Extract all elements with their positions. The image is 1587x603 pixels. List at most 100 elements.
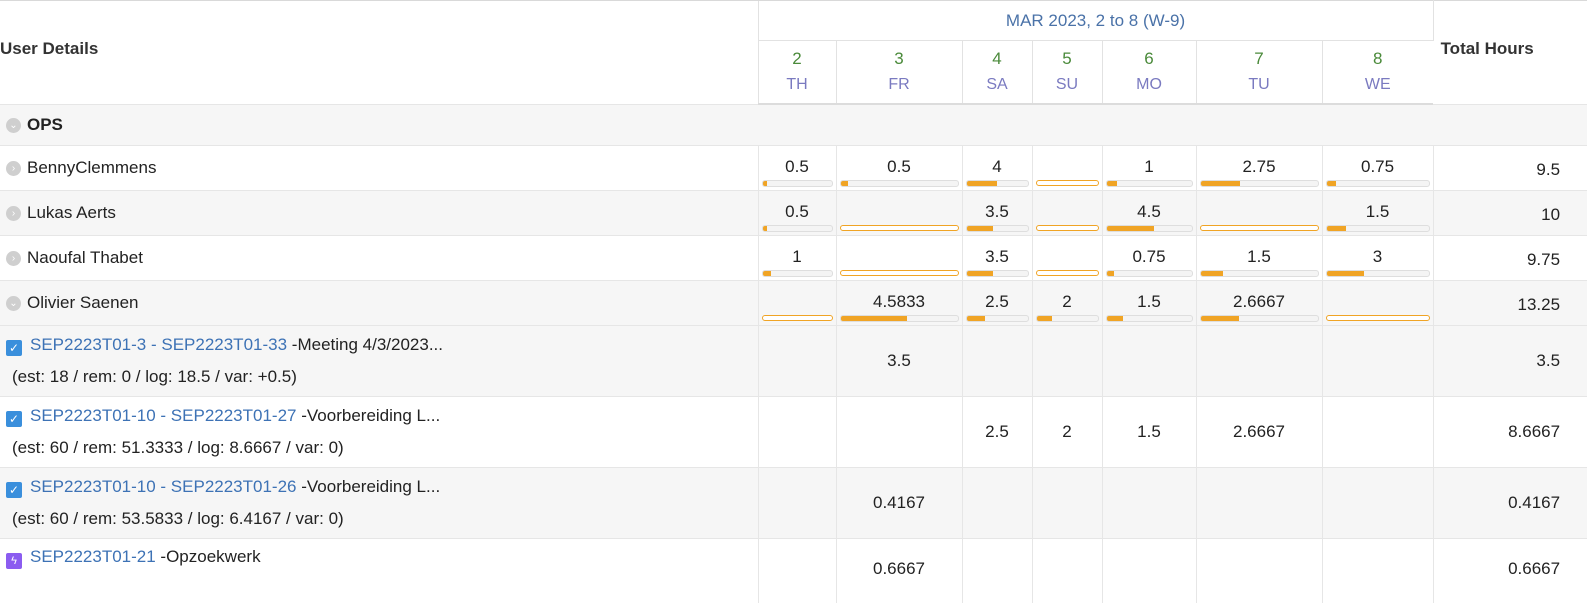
day-hours-cell[interactable] [1032, 236, 1102, 281]
day-hours-cell[interactable]: 0.5 [758, 191, 836, 236]
user-row[interactable]: ›Lukas Aerts0.53.54.51.510 [0, 191, 1587, 236]
task-row[interactable]: ✓SEP2223T01-3 - SEP2223T01-33 -Meeting 4… [0, 326, 1587, 397]
day-hours-cell[interactable]: 2.6667 [1196, 281, 1322, 326]
group-name-cell: ⌄OPS [0, 104, 1587, 146]
day-hours-cell[interactable] [1032, 146, 1102, 191]
day-hours-cell[interactable]: 2 [1032, 281, 1102, 326]
task-row[interactable]: ✓SEP2223T01-10 - SEP2223T01-27 -Voorbere… [0, 397, 1587, 468]
day-hours-cell[interactable] [1322, 281, 1433, 326]
task-day-hours[interactable]: 0.4167 [836, 468, 962, 539]
day-hours-cell[interactable]: 4 [962, 146, 1032, 191]
day-hours-cell[interactable]: 0.75 [1322, 146, 1433, 191]
day-hours-cell[interactable]: 3.5 [962, 191, 1032, 236]
task-day-hours[interactable] [1032, 326, 1102, 397]
checkbox-checked-icon: ✓ [6, 340, 22, 356]
hours-value [1033, 236, 1102, 268]
collapse-toggle-icon[interactable]: ⌄ [6, 296, 21, 311]
day-hours-cell[interactable]: 3 [1322, 236, 1433, 281]
task-day-hours[interactable] [1322, 468, 1433, 539]
task-day-hours[interactable] [1196, 539, 1322, 603]
expand-toggle-icon[interactable]: › [6, 161, 21, 176]
task-link[interactable]: SEP2223T01-10 - SEP2223T01-26 [30, 477, 297, 496]
task-day-hours[interactable]: 2 [1032, 397, 1102, 468]
task-day-hours[interactable] [962, 468, 1032, 539]
task-estimate-summary: (est: 60 / rem: 53.5833 / log: 6.4167 / … [6, 509, 758, 529]
task-day-hours[interactable] [1102, 468, 1196, 539]
task-day-hours[interactable] [1032, 539, 1102, 603]
task-day-hours[interactable]: 2.6667 [1196, 397, 1322, 468]
task-day-hours[interactable] [1032, 468, 1102, 539]
day-hours-cell[interactable]: 2.5 [962, 281, 1032, 326]
expand-toggle-icon[interactable]: › [6, 251, 21, 266]
task-row[interactable]: ✓SEP2223T01-10 - SEP2223T01-26 -Voorbere… [0, 468, 1587, 539]
day-hours-cell[interactable]: 2.75 [1196, 146, 1322, 191]
day-hours-cell[interactable]: 1 [758, 236, 836, 281]
group-row-ops[interactable]: ⌄OPS [0, 104, 1587, 146]
task-day-hours[interactable] [758, 397, 836, 468]
capacity-bar [1326, 225, 1430, 232]
task-description: -Voorbereiding L... [297, 477, 441, 496]
day-hours-cell[interactable]: 0.75 [1102, 236, 1196, 281]
task-day-hours[interactable]: 2.5 [962, 397, 1032, 468]
task-day-hours[interactable] [1322, 539, 1433, 603]
day-hours-cell[interactable] [758, 281, 836, 326]
task-day-hours[interactable]: 3.5 [836, 326, 962, 397]
task-day-hours[interactable] [962, 326, 1032, 397]
day-hours-cell[interactable]: 1.5 [1102, 281, 1196, 326]
hours-value: 1.5 [1103, 281, 1196, 313]
day-hours-cell[interactable] [836, 191, 962, 236]
user-name-cell: ›Lukas Aerts [0, 191, 758, 236]
task-row[interactable]: ϟSEP2223T01-21 -Opzoekwerk0.66670.6667 [0, 539, 1587, 603]
expand-toggle-icon[interactable]: › [6, 206, 21, 221]
day-header-mo[interactable]: 6MO [1102, 41, 1196, 105]
user-row[interactable]: ›BennyClemmens0.50.5412.750.759.5 [0, 146, 1587, 191]
task-day-hours[interactable] [1322, 397, 1433, 468]
day-header-we[interactable]: 8WE [1322, 41, 1433, 105]
day-hours-cell[interactable]: 4.5 [1102, 191, 1196, 236]
task-day-hours[interactable] [1322, 326, 1433, 397]
task-day-hours[interactable] [758, 326, 836, 397]
day-header-fr[interactable]: 3FR [836, 41, 962, 105]
task-day-hours[interactable] [758, 539, 836, 603]
task-day-hours[interactable] [1102, 539, 1196, 603]
day-hours-cell[interactable]: 1.5 [1322, 191, 1433, 236]
task-day-hours[interactable] [1196, 326, 1322, 397]
day-hours-cell[interactable]: 1.5 [1196, 236, 1322, 281]
user-name-cell: ›Naoufal Thabet [0, 236, 758, 281]
hours-value: 2.5 [963, 281, 1032, 313]
user-details-header[interactable]: User Details [0, 1, 758, 105]
user-row[interactable]: ›Naoufal Thabet13.50.751.539.75 [0, 236, 1587, 281]
task-day-hours[interactable] [758, 468, 836, 539]
capacity-bar-fill [967, 271, 994, 276]
total-hours-header[interactable]: Total Hours [1433, 1, 1587, 105]
task-estimate-summary: (est: 18 / rem: 0 / log: 18.5 / var: +0.… [6, 367, 758, 387]
task-link[interactable]: SEP2223T01-3 - SEP2223T01-33 [30, 335, 287, 354]
task-link[interactable]: SEP2223T01-21 [30, 547, 156, 566]
task-day-hours[interactable] [836, 397, 962, 468]
week-range-header[interactable]: MAR 2023, 2 to 8 (W-9) [758, 1, 1433, 41]
collapse-toggle-icon[interactable]: ⌄ [6, 118, 21, 133]
task-day-hours[interactable] [1196, 468, 1322, 539]
task-link[interactable]: SEP2223T01-10 - SEP2223T01-27 [30, 406, 297, 425]
day-header-tu[interactable]: 7TU [1196, 41, 1322, 105]
day-hours-cell[interactable] [1032, 191, 1102, 236]
day-header-th[interactable]: 2TH [758, 41, 836, 105]
day-hours-cell[interactable] [836, 236, 962, 281]
task-day-hours[interactable] [962, 539, 1032, 603]
task-title-line: ✓SEP2223T01-10 - SEP2223T01-27 -Voorbere… [6, 406, 758, 427]
day-hours-cell[interactable]: 0.5 [836, 146, 962, 191]
day-of-week: TH [759, 72, 836, 98]
hours-value [837, 191, 962, 223]
day-hours-cell[interactable]: 3.5 [962, 236, 1032, 281]
day-header-sa[interactable]: 4SA [962, 41, 1032, 105]
day-header-su[interactable]: 5SU [1032, 41, 1102, 105]
day-hours-cell[interactable]: 1 [1102, 146, 1196, 191]
day-hours-cell[interactable] [1196, 191, 1322, 236]
capacity-bar [966, 180, 1029, 187]
day-hours-cell[interactable]: 0.5 [758, 146, 836, 191]
task-day-hours[interactable]: 0.6667 [836, 539, 962, 603]
day-hours-cell[interactable]: 4.5833 [836, 281, 962, 326]
task-day-hours[interactable]: 1.5 [1102, 397, 1196, 468]
user-row[interactable]: ⌄Olivier Saenen4.58332.521.52.666713.25 [0, 281, 1587, 326]
task-day-hours[interactable] [1102, 326, 1196, 397]
